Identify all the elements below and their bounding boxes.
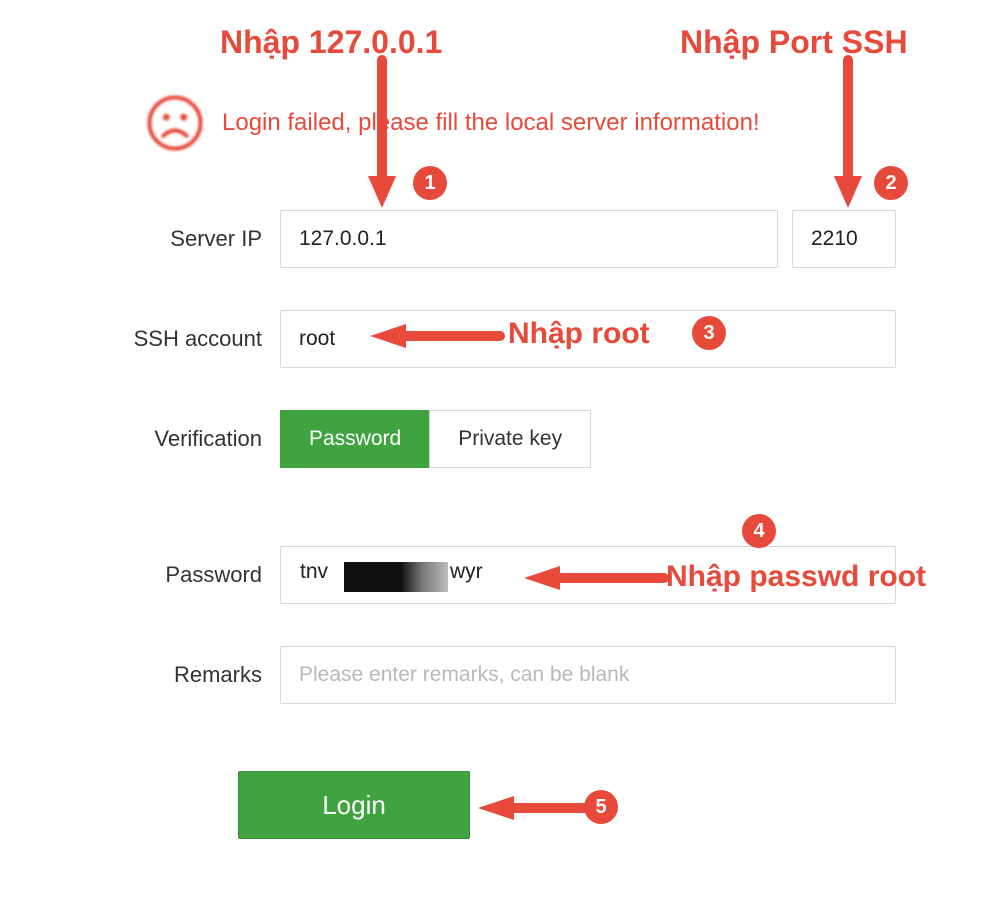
server-ip-input[interactable]	[280, 210, 778, 268]
annotation-title-port: Nhập Port SSH	[680, 24, 908, 61]
row-verification: Verification Password Private key	[0, 410, 591, 468]
verification-option-password[interactable]: Password	[280, 410, 429, 468]
label-server-ip: Server IP	[0, 226, 280, 252]
label-remarks: Remarks	[0, 662, 280, 688]
login-error: Login failed, please fill the local serv…	[146, 94, 760, 152]
annotation-badge-4: 4	[742, 514, 776, 548]
annotation-badge-1: 1	[413, 166, 447, 200]
ssh-account-input[interactable]	[280, 310, 896, 368]
label-ssh-account: SSH account	[0, 326, 280, 352]
password-input[interactable]	[280, 546, 896, 604]
verification-toggle: Password Private key	[280, 410, 591, 468]
label-password: Password	[0, 562, 280, 588]
error-message: Login failed, please fill the local serv…	[222, 109, 760, 137]
row-password: Password	[0, 546, 896, 604]
login-button[interactable]: Login	[238, 771, 470, 839]
label-verification: Verification	[0, 426, 280, 452]
sad-face-icon	[146, 94, 204, 152]
remarks-input[interactable]	[280, 646, 896, 704]
verification-option-privatekey[interactable]: Private key	[429, 410, 591, 468]
row-server-ip: Server IP	[0, 210, 896, 268]
annotation-arrow-login	[478, 790, 584, 826]
annotation-badge-5: 5	[584, 790, 618, 824]
annotation-arrow-port	[828, 60, 868, 210]
row-remarks: Remarks	[0, 646, 896, 704]
annotation-badge-2: 2	[874, 166, 908, 200]
row-ssh-account: SSH account	[0, 310, 896, 368]
server-port-input[interactable]	[792, 210, 896, 268]
annotation-title-ip: Nhập 127.0.0.1	[220, 24, 442, 61]
